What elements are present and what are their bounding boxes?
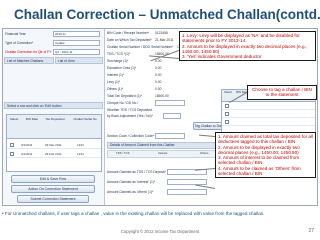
row-radio[interactable] [10,152,14,156]
financial-year-row: Financial Year 2010-11 [5,30,102,38]
callout-line: 3. Amount of interest to be claimed from… [218,155,300,166]
field-value[interactable]: 0.00 [155,79,161,86]
footnote: • For Unmatched challans, if user tags a… [2,211,265,216]
field-value[interactable]: 18600.00 [155,93,169,100]
field-label: Amount Claimed as TDS / TCS Deposit* [107,170,166,174]
column-header: Interest [158,151,168,155]
callout-line: 2. Amount to be displayed in exactly two… [218,144,300,155]
column-header: Tax Deposited [45,117,65,121]
field-label: Surcharge (1)* [107,59,129,63]
serial-cell: 1234 [77,143,84,147]
row-checkbox[interactable] [225,104,229,108]
financial-year-field[interactable]: 2010-11 [53,31,100,37]
field-label: by Book Adjustment (Yes / No)* [107,114,153,118]
challan-list-table: Select BIN Date Tax Deposited Challan Se… [6,114,102,172]
field-value[interactable]: 0123456 [155,30,168,37]
bin-cell: 4/1/2011 [21,152,33,156]
date-cell: 29 Mar 2011 [45,143,62,147]
row-checkbox[interactable] [225,120,229,124]
callout-line: 3. 'Yes' indicates Government deductor [182,54,262,60]
field-label: Education Cess (1)* [107,66,137,70]
field-label: TDS / TCS *(1)* [107,52,131,56]
correction-type-select[interactable]: Update [53,40,100,46]
field-label: Challan Correction for Qtr of FY [5,50,52,54]
callout-top: 1. Levy: Levy will be displayed as 'NA' … [179,31,316,62]
field-value[interactable]: 21-Mar-2011 [155,37,174,44]
table-header: Select BIN Date Tax Deposited Challan Se… [7,115,101,139]
callout-line: 4. Amount to be claimed as 'Others' from… [218,165,301,177]
edit-save-row-button[interactable]: Edit & Save Row [11,175,95,183]
form-row: Interest (1)* 0.00 [107,72,217,79]
callout-choose: Choose to tag a challan / BIN to the sta… [247,85,317,100]
column-header: BIN Date [25,117,39,121]
callout-bottom: 1. Amount claimed as total tax deposited… [215,132,316,179]
screenshot-panel: Financial Year 2010-11 Type of Correctio… [2,28,318,206]
callout-line: 2. Amount to be displayed in exactly two… [182,43,308,54]
tab-matched-challans[interactable]: List of Matched Challans [4,57,54,64]
field-label: Amount Claimed as 'others' (1)* [107,190,154,194]
left-form-panel: Financial Year 2010-11 Type of Correctio… [3,29,105,205]
amount-claimed-others-input[interactable] [167,189,207,195]
slide-title: Challan Correction – Unmatched Challan(c… [14,7,320,22]
field-value[interactable]: 0.00 [155,65,161,72]
form-row: Total Tax Deposited (1)* 18600.00 [107,93,217,100]
callout-line: 1. Levy: Levy will be displayed as 'NA' … [182,33,300,44]
field-label: Interest (1)* [107,73,125,77]
quarter-row: Challan Correction for Qtr of FY Q4 - 20… [5,48,102,56]
field-label: Date on Which Tax Deposited* [107,38,152,42]
cheque-number-input[interactable] [155,100,185,106]
column-header: Challan Serial No [73,117,97,121]
field-label: Amount Claimed as 'Interest' (1)* [107,180,156,184]
column-header: Select [224,90,232,94]
field-label: Cheque No / DD No / [107,101,139,105]
correction-statement-button[interactable]: Action On Correction Statement [11,185,95,193]
field-label: Levy (1)* [107,80,121,84]
column-header: TDS / TCS [116,151,130,155]
field-label: BIN Code / Receipt Number* [107,31,150,35]
table-row[interactable] [222,119,315,126]
row-radio[interactable] [10,143,14,147]
copyright: Copyright © 2012 Income Tax Department [120,229,200,234]
form-row: Education Cess (1)* 0.00 [107,65,217,72]
correction-type-row: Type of Correction* Update [5,39,102,47]
callout-line: 1. Amount claimed as total tax deposited… [218,134,313,145]
select-row-hint: Select a row and click on 'Edit' button [4,102,103,109]
form-row: Cheque No / DD No / [107,100,217,107]
field-label: Challan Serial Number / DDO Serial Numbe… [107,45,174,49]
submit-correction-button[interactable]: Submit Correction Statement [17,195,89,203]
book-adjustment-select[interactable] [163,113,181,119]
tab-unmatched-challans[interactable]: List of Unm [55,57,103,64]
row-checkbox[interactable] [225,112,229,116]
page-number: 27 [308,228,314,234]
column-header: Select [9,117,19,121]
table-row[interactable] [222,111,315,118]
bin-cell: 3/1/2011 [21,143,33,147]
field-label: Others (1)* [107,87,124,91]
serial-cell: 1234 [77,152,84,156]
quarter-field[interactable]: Q4 - 2010-11 [53,49,100,55]
form-row: Others (1)* 0.00 [107,86,217,93]
field-label: Type of Correction* [5,41,34,45]
section-code-select[interactable] [155,133,185,139]
field-label: Financial Year [5,32,26,36]
field-value[interactable]: 0.00 [155,86,161,93]
field-label: Section Code / Collection Code* [107,134,155,138]
form-row: Levy (1)* 0.00 [107,79,217,86]
callout-line: Choose to tag a challan / BIN to the sta… [252,87,312,98]
date-cell: 29 Feb 2011 [45,152,62,156]
table-row[interactable]: 4/1/2011 29 Feb 2011 1234 [7,150,101,158]
field-label: Total Tax Deposited (1)* [107,94,142,98]
field-value[interactable]: 0.00 [155,72,161,79]
table-row[interactable] [222,103,315,110]
form-row: Amount Claimed as 'others' (1)* [107,189,217,196]
column-header: Others [200,151,209,155]
form-row: by Book Adjustment (Yes / No)* [107,113,217,120]
amount-claimed-interest-input[interactable] [167,179,207,185]
table-row[interactable]: 3/1/2011 29 Mar 2011 1234 [7,141,101,149]
